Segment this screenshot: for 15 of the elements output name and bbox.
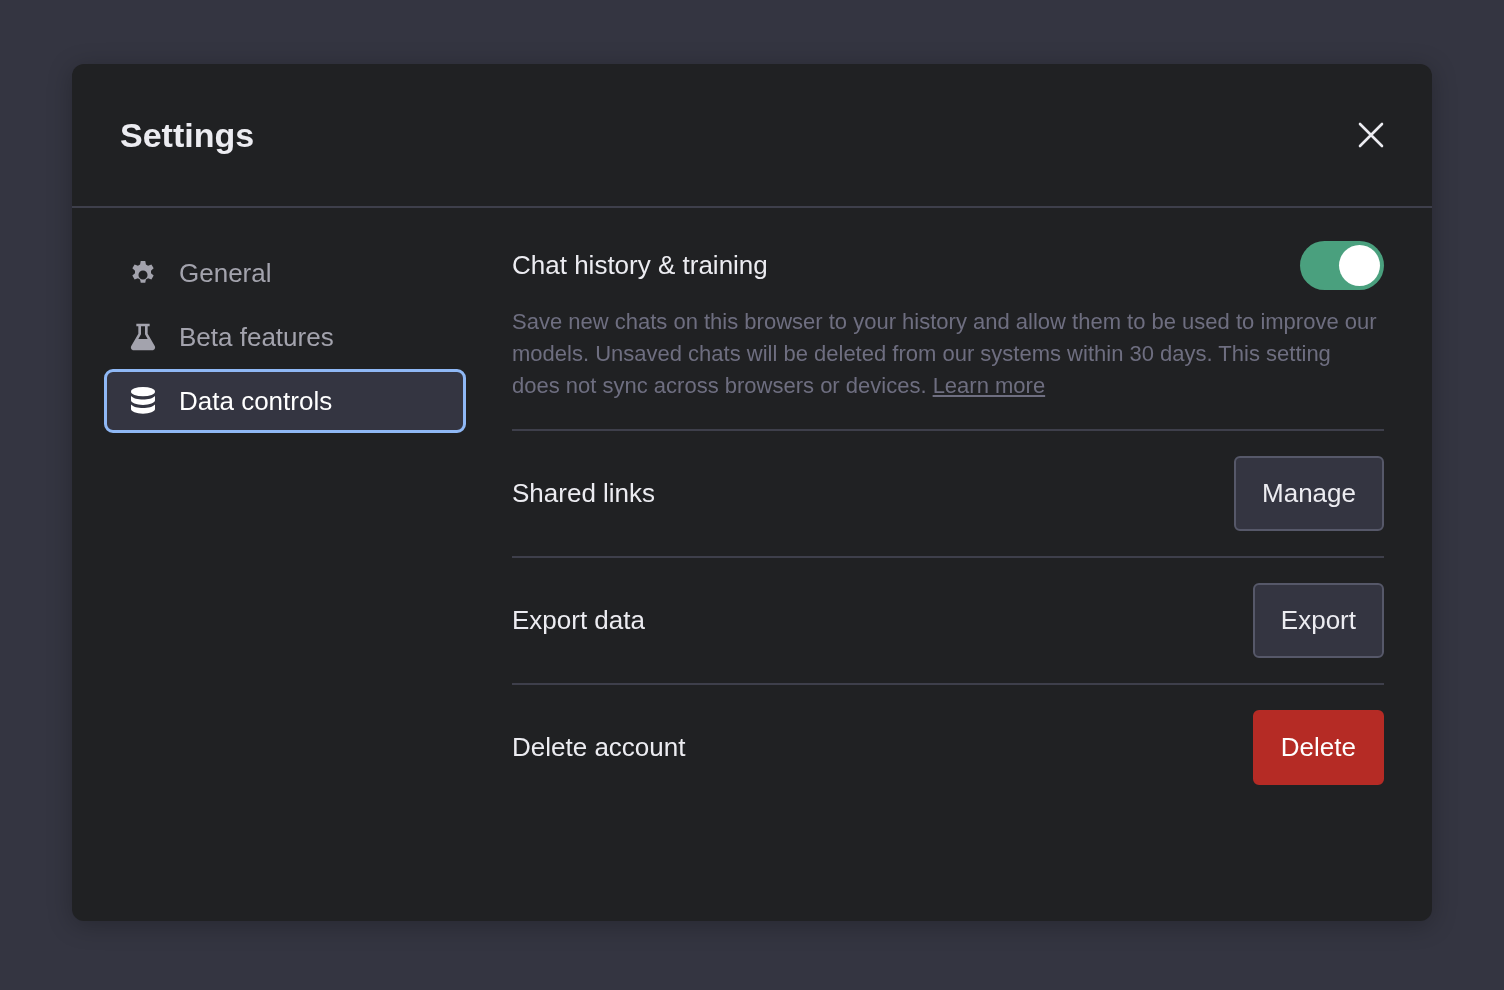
sidebar-item[interactable]: Beta features xyxy=(104,305,466,369)
dialog-title: Settings xyxy=(120,115,255,155)
setting-label: Delete account xyxy=(512,732,686,763)
setting-label: Chat history & training xyxy=(512,250,768,281)
setting-label: Export data xyxy=(512,605,645,636)
description-text: Save new chats on this browser to your history and allow them to be used to improve our models. Unsaved chats will be deleted from our systems within 30 days. This setting does not sync across browsers or devices. Learn more xyxy=(512,308,1378,400)
toggle-switch[interactable] xyxy=(1300,241,1384,290)
action-button[interactable]: Export xyxy=(1252,583,1384,658)
action-button[interactable]: Manage xyxy=(1234,456,1384,531)
sidebar-item[interactable]: Data controls xyxy=(104,369,466,433)
close-icon[interactable] xyxy=(1358,122,1384,148)
sidebar-item[interactable]: General xyxy=(104,241,466,305)
learn-more-link[interactable]: Learn more xyxy=(932,373,1046,398)
delete-button[interactable]: Delete xyxy=(1252,710,1384,785)
setting-label: Shared links xyxy=(512,478,656,509)
